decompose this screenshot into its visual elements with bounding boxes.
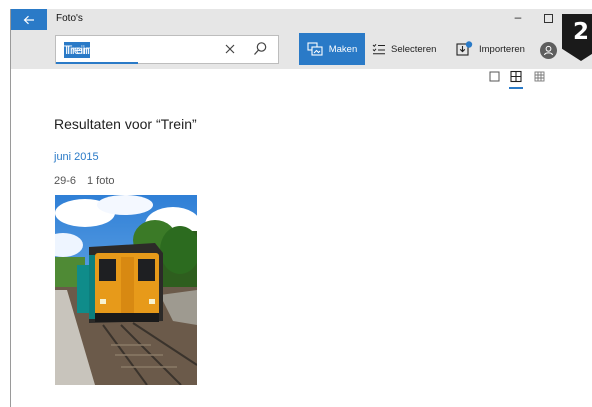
- account-button[interactable]: [540, 42, 557, 59]
- search-icon[interactable]: [252, 40, 268, 58]
- toolbar: Trein Maken Sel: [11, 30, 592, 69]
- select-list-icon: [372, 43, 385, 55]
- view-small-grid-icon[interactable]: [534, 70, 547, 84]
- search-box[interactable]: Trein: [55, 35, 279, 64]
- step-number: 2: [572, 19, 589, 45]
- slideshow-icon: [307, 42, 323, 56]
- view-medium-grid-selected: [509, 87, 523, 89]
- view-single-icon[interactable]: [489, 70, 501, 84]
- import-icon: [456, 41, 473, 56]
- selecteren-label: Selecteren: [391, 43, 437, 55]
- title-bar: Foto's –: [11, 9, 592, 30]
- maken-button[interactable]: Maken: [299, 33, 365, 65]
- maken-label: Maken: [328, 43, 358, 55]
- search-input[interactable]: [60, 41, 226, 59]
- importeren-label: Importeren: [479, 43, 525, 55]
- group-date: 29-6: [54, 175, 77, 187]
- back-button[interactable]: [11, 9, 47, 30]
- user-icon: [544, 45, 553, 56]
- importeren-button[interactable]: Importeren: [456, 33, 534, 65]
- selecteren-button[interactable]: Selecteren: [372, 33, 452, 65]
- month-heading[interactable]: juni 2015: [54, 151, 99, 163]
- view-medium-grid-icon[interactable]: [510, 70, 523, 84]
- clear-icon[interactable]: [222, 41, 238, 57]
- minimize-button[interactable]: –: [511, 10, 525, 28]
- search-progress-underline: [56, 62, 138, 64]
- back-arrow-icon: [23, 15, 34, 24]
- photo-thumbnail-train[interactable]: [55, 195, 197, 385]
- app-title: Foto's: [56, 13, 83, 24]
- maximize-button[interactable]: [544, 14, 553, 23]
- search-results-title: Resultaten voor “Trein”: [54, 116, 197, 132]
- group-photo-count: 1 foto: [87, 175, 115, 187]
